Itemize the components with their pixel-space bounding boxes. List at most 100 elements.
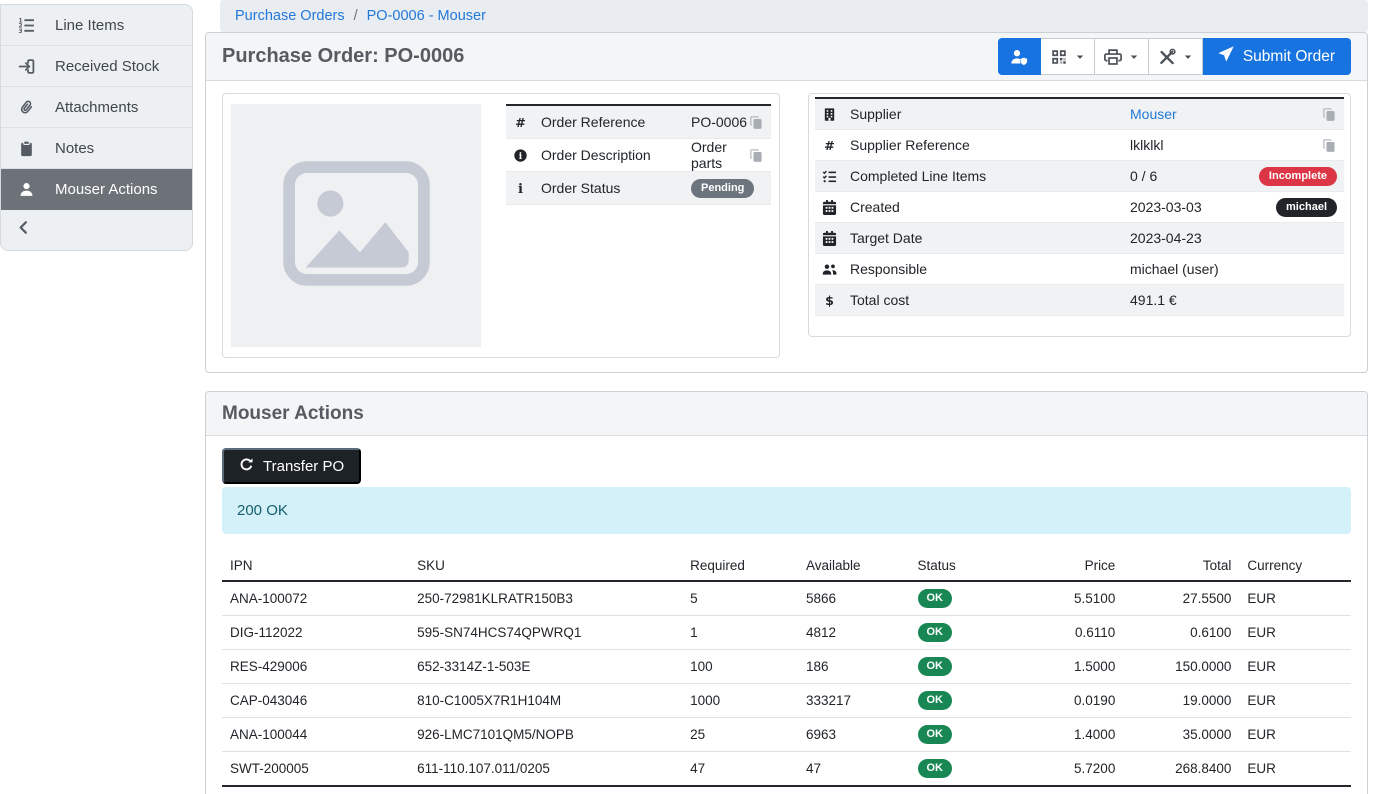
cell-status: OK xyxy=(910,616,1019,650)
person-shield-icon xyxy=(1010,48,1028,66)
cell-required: 1000 xyxy=(682,684,798,718)
order-image-card: # Order Reference PO-0006 i Order Descri… xyxy=(222,93,780,358)
detail-row: i Order Description Order parts xyxy=(506,139,771,172)
detail-value: Order parts xyxy=(691,139,749,171)
table-row: ANA-100072 250-72981KLRATR150B3 5 5866 O… xyxy=(222,581,1351,616)
cell-price: 0.0190 xyxy=(1019,684,1124,718)
detail-row: $ Total cost 491.1 € xyxy=(815,285,1344,316)
cell-available: 4812 xyxy=(798,616,910,650)
cell-available: 6963 xyxy=(798,718,910,752)
status-badge: michael xyxy=(1276,198,1337,217)
cell-status: OK xyxy=(910,718,1019,752)
mouser-actions-header: Mouser Actions xyxy=(206,392,1367,436)
detail-row: Responsible michael (user) xyxy=(815,254,1344,285)
parts-table-body: ANA-100072 250-72981KLRATR150B3 5 5866 O… xyxy=(222,581,1351,786)
users-icon xyxy=(822,262,850,277)
copy-icon[interactable] xyxy=(749,115,764,130)
cell-required: 100 xyxy=(682,650,798,684)
sidebar-item-notes[interactable]: Notes xyxy=(1,128,192,169)
ok-status-badge: OK xyxy=(918,691,953,710)
admin-button[interactable] xyxy=(998,38,1041,75)
calendar-icon xyxy=(822,200,850,215)
barcode-actions-button[interactable] xyxy=(1041,38,1095,75)
column-header-available: Available xyxy=(798,552,910,581)
mouser-actions-panel: Mouser Actions Transfer PO 200 OK IPNSKU… xyxy=(205,391,1368,794)
cell-status: OK xyxy=(910,684,1019,718)
page: 123 Line Items Received Stock Attachment… xyxy=(0,0,1383,794)
user-icon xyxy=(16,181,36,198)
cell-ipn: CAP-043046 xyxy=(222,684,409,718)
sidebar-item-label: Attachments xyxy=(55,99,138,116)
copy-icon[interactable] xyxy=(1322,138,1337,153)
submit-order-button[interactable]: Submit Order xyxy=(1203,38,1351,75)
column-header-currency: Currency xyxy=(1239,552,1351,581)
sidebar-item-attachments[interactable]: Attachments xyxy=(1,87,192,128)
cell-currency: EUR xyxy=(1239,684,1351,718)
paper-plane-icon xyxy=(1218,46,1234,67)
cell-total: 268.8400 xyxy=(1123,752,1239,787)
svg-text:3: 3 xyxy=(18,28,22,33)
cell-total: 150.0000 xyxy=(1123,650,1239,684)
sidebar-item-line-items[interactable]: 123 Line Items xyxy=(1,5,192,46)
building-icon xyxy=(822,107,850,122)
cell-price: 5.5100 xyxy=(1019,581,1124,616)
cell-sku: 611-110.107.011/0205 xyxy=(409,752,682,787)
order-details-table: # Order Reference PO-0006 i Order Descri… xyxy=(506,104,771,205)
column-header-sku: SKU xyxy=(409,552,682,581)
breadcrumb-link-0[interactable]: Purchase Orders xyxy=(235,8,345,24)
cell-ipn: ANA-100072 xyxy=(222,581,409,616)
copy-icon[interactable] xyxy=(749,148,764,163)
cell-total: 19.0000 xyxy=(1123,684,1239,718)
detail-label: Completed Line Items xyxy=(850,168,1130,184)
detail-label: Total cost xyxy=(850,292,1130,308)
page-title: Purchase Order: PO-0006 xyxy=(222,45,464,68)
detail-row: Completed Line Items 0 / 6Incomplete xyxy=(815,161,1344,192)
detail-row: Target Date 2023-04-23 xyxy=(815,223,1344,254)
mouser-actions-body: Transfer PO 200 OK IPNSKURequiredAvailab… xyxy=(206,436,1367,794)
svg-text:#: # xyxy=(515,115,526,130)
list-ol-icon: 123 xyxy=(16,17,36,34)
paperclip-icon xyxy=(16,99,36,116)
detail-label: Target Date xyxy=(850,230,1130,246)
detail-value: 0 / 6 xyxy=(1130,168,1259,184)
sidebar-item-mouser-actions[interactable]: Mouser Actions xyxy=(1,169,192,210)
print-actions-button[interactable] xyxy=(1095,38,1149,75)
cell-required: 1 xyxy=(682,616,798,650)
cell-price: 5.7200 xyxy=(1019,752,1124,787)
sidebar-item-received-stock[interactable]: Received Stock xyxy=(1,46,192,87)
clipboard-icon xyxy=(16,140,36,157)
detail-label: Responsible xyxy=(850,261,1130,277)
svg-text:i: i xyxy=(518,182,523,196)
sidebar: 123 Line Items Received Stock Attachment… xyxy=(0,4,193,251)
sidebar-collapse-button[interactable] xyxy=(1,210,192,250)
cell-currency: EUR xyxy=(1239,616,1351,650)
detail-value: lklklkl xyxy=(1130,137,1322,153)
sidebar-item-label: Mouser Actions xyxy=(55,181,158,198)
purchase-order-panel-header: Purchase Order: PO-0006 Submit Order xyxy=(206,33,1367,81)
calendar-icon xyxy=(822,231,850,246)
detail-label: Order Description xyxy=(541,147,691,163)
copy-icon[interactable] xyxy=(1322,107,1337,122)
status-badge: Pending xyxy=(691,179,754,198)
cell-status: OK xyxy=(910,581,1019,616)
caret-down-icon xyxy=(1183,52,1193,62)
ok-status-badge: OK xyxy=(918,589,953,608)
order-image-placeholder xyxy=(231,104,481,347)
cell-ipn: DIG-112022 xyxy=(222,616,409,650)
detail-label: Order Status xyxy=(541,180,691,196)
cell-total: 0.6100 xyxy=(1123,616,1239,650)
cell-ipn: SWT-200005 xyxy=(222,752,409,787)
cell-total: 35.0000 xyxy=(1123,718,1239,752)
caret-down-icon xyxy=(1075,52,1085,62)
column-header-price: Price xyxy=(1019,552,1124,581)
transfer-po-label: Transfer PO xyxy=(263,458,344,475)
cell-status: OK xyxy=(910,650,1019,684)
transfer-po-button[interactable]: Transfer PO xyxy=(222,448,361,484)
supplier-link[interactable]: Mouser xyxy=(1130,106,1177,122)
detail-label: Supplier xyxy=(850,106,1130,122)
dollar-icon: $ xyxy=(822,293,850,308)
detail-row: i Order Status Pending xyxy=(506,172,771,205)
breadcrumb-link-1[interactable]: PO-0006 - Mouser xyxy=(367,8,486,24)
cell-sku: 926-LMC7101QM5/NOPB xyxy=(409,718,682,752)
order-actions-button[interactable] xyxy=(1149,38,1203,75)
